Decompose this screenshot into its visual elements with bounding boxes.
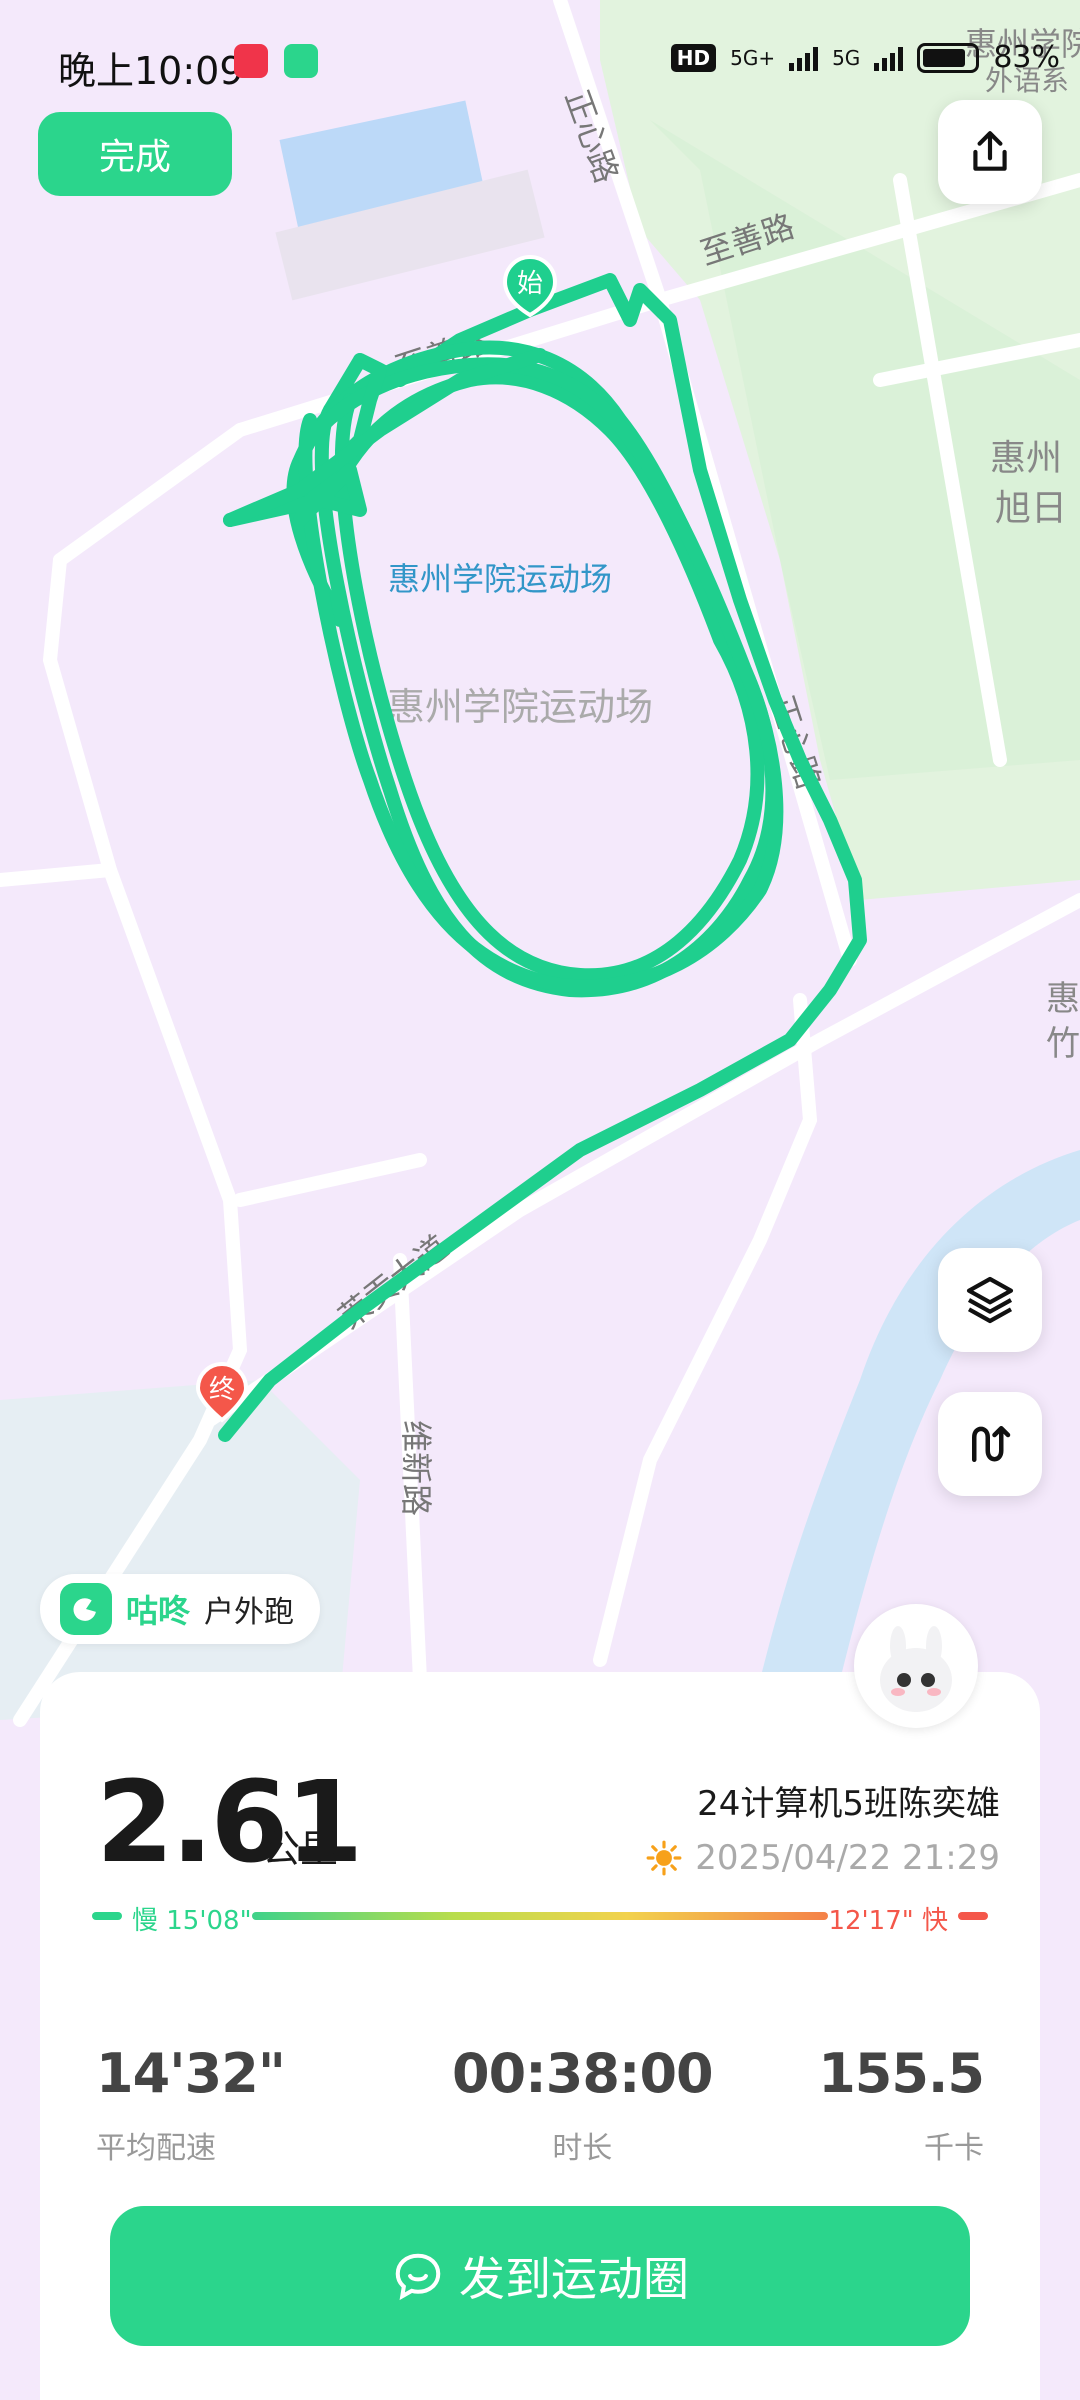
campus-label: 惠 bbox=[1046, 979, 1080, 1019]
hd-icon: HD bbox=[670, 43, 717, 72]
avatar[interactable] bbox=[854, 1604, 978, 1728]
wave-route-icon bbox=[972, 1426, 1011, 1462]
status-bar: 晚上10:09 HD 5G+ 5G 83% bbox=[0, 0, 1080, 128]
distance-unit: 公里 bbox=[262, 1827, 339, 1871]
stat-value: 155.5 bbox=[818, 2042, 985, 2105]
signal-5g-plus: 5G+ bbox=[730, 45, 776, 70]
sun-icon bbox=[646, 1840, 682, 1876]
battery-percent: 83% bbox=[993, 40, 1060, 75]
svg-text:终: 终 bbox=[209, 1375, 235, 1405]
codoon-icon bbox=[284, 44, 318, 78]
share-to-circle-label: 发到运动圈 bbox=[459, 2253, 689, 2305]
done-button[interactable]: 完成 bbox=[38, 112, 232, 196]
status-time: 晚上10:09 bbox=[58, 49, 244, 93]
pace-legend: 慢 15'08" 12'17" 快 bbox=[92, 1900, 988, 1936]
signal-bars-icon bbox=[874, 45, 904, 71]
signal-bars-icon bbox=[789, 45, 819, 71]
road-label: 维新路 bbox=[397, 1420, 435, 1516]
stat-duration: 00:38:00 时长 bbox=[452, 2042, 714, 2167]
stat-label: 时长 bbox=[552, 2131, 613, 2166]
place-label-blue: 惠州学院运动场 bbox=[388, 560, 612, 598]
stat-avg-pace: 14'32" 平均配速 bbox=[96, 2042, 286, 2167]
user-name: 24计算机5班陈奕雄 bbox=[697, 1784, 1000, 1824]
signal-5g: 5G bbox=[832, 45, 861, 70]
share-to-circle-button[interactable]: 发到运动圈 bbox=[110, 2206, 970, 2346]
pace-slow-label: 慢 15'08" bbox=[132, 1906, 252, 1936]
campus-label: 竹 bbox=[1046, 1024, 1080, 1064]
pace-fast-label: 12'17" 快 bbox=[828, 1906, 948, 1936]
elevation-button[interactable] bbox=[938, 1392, 1042, 1496]
share-icon bbox=[973, 131, 1007, 171]
layers-icon bbox=[966, 1276, 1014, 1324]
sport-mode: 户外跑 bbox=[204, 1595, 295, 1630]
stat-value: 00:38:00 bbox=[452, 2042, 714, 2105]
stat-calories: 155.5 千卡 bbox=[818, 2042, 985, 2167]
share-button[interactable] bbox=[938, 100, 1042, 204]
battery-icon bbox=[917, 42, 980, 73]
xiaohongshu-icon bbox=[234, 44, 268, 78]
fast-dash bbox=[958, 1912, 988, 1920]
stat-label: 千卡 bbox=[924, 2131, 984, 2166]
stat-value: 14'32" bbox=[96, 2042, 286, 2105]
brand-name: 咕咚 bbox=[126, 1592, 191, 1630]
activity-datetime: 2025/04/22 21:29 bbox=[695, 1838, 1000, 1878]
chat-bubble-icon bbox=[395, 2253, 441, 2301]
svg-text:始: 始 bbox=[517, 269, 543, 299]
system-icons: HD 5G+ 5G 83% bbox=[670, 40, 1060, 75]
campus-label: 旭日 bbox=[995, 488, 1067, 529]
stat-label: 平均配速 bbox=[96, 2131, 216, 2166]
place-label: 惠州学院运动场 bbox=[387, 685, 653, 729]
codoon-logo-icon bbox=[60, 1583, 112, 1635]
mascot-avatar-icon bbox=[880, 1626, 952, 1712]
date-row: 2025/04/22 21:29 bbox=[645, 1838, 1000, 1878]
map-layers-button[interactable] bbox=[938, 1248, 1042, 1352]
slow-dash bbox=[92, 1912, 122, 1920]
campus-label: 惠州 bbox=[990, 438, 1062, 479]
pace-gradient-bar bbox=[252, 1912, 828, 1920]
brand-pill: 咕咚 户外跑 bbox=[40, 1574, 321, 1644]
